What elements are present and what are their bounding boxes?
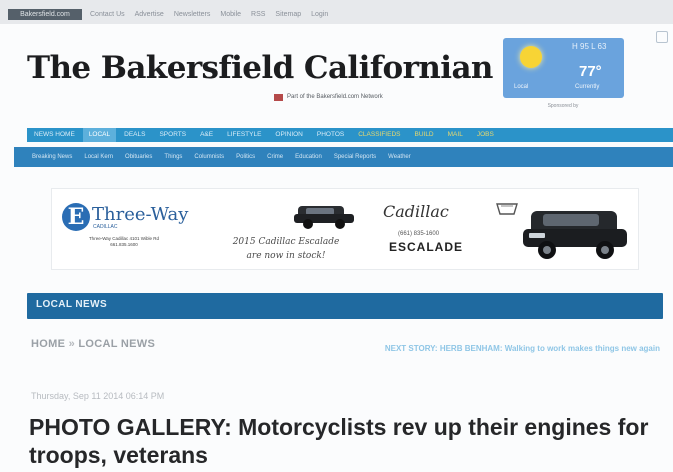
article-dateline: Thursday, Sep 11 2014 06:14 PM: [31, 391, 165, 401]
nav-item-photos[interactable]: PHOTOS: [317, 128, 344, 142]
subnav-item-education[interactable]: Education: [295, 147, 322, 167]
nav-item-mail[interactable]: MAIL: [448, 128, 463, 142]
nav-item-news-home[interactable]: NEWS HOME: [34, 128, 75, 142]
sun-icon: [520, 46, 542, 68]
article-headline: PHOTO GALLERY: Motorcyclists rev up thei…: [29, 414, 649, 468]
nav-item-classifieds[interactable]: CLASSIFIEDS: [358, 128, 400, 142]
nav-item-opinion[interactable]: OPINION: [275, 128, 302, 142]
subnav-item-things[interactable]: Things: [164, 147, 182, 167]
nav-item-deals[interactable]: DEALS: [124, 128, 145, 142]
nav-item-sports[interactable]: SPORTS: [159, 128, 186, 142]
section-bar: [27, 293, 663, 319]
section-title: LOCAL NEWS: [36, 299, 108, 310]
site-home-link[interactable]: Bakersfield.com: [8, 9, 82, 20]
breadcrumb: HOME » LOCAL NEWS: [31, 338, 155, 350]
breadcrumb-section[interactable]: LOCAL NEWS: [78, 338, 155, 350]
subnav-item-special-reports[interactable]: Special Reports: [334, 147, 376, 167]
ad-caption: 2015 Cadillac Escalade are now in stock!: [196, 235, 376, 263]
weather-location: Local: [514, 84, 529, 90]
nav-item-ae[interactable]: A&E: [200, 128, 213, 142]
utility-link-mobile[interactable]: Mobile: [220, 10, 241, 20]
weather-sponsor[interactable]: Sponsored by: [513, 103, 613, 109]
suv-image-icon: [294, 206, 354, 229]
escalade-image-icon: [523, 211, 627, 259]
network-mark-icon: [274, 94, 283, 101]
subnav-item-crime[interactable]: Crime: [267, 147, 283, 167]
masthead-logo[interactable]: The Bakersfield Californian: [27, 50, 493, 86]
weather-current-label: Currently: [575, 84, 600, 90]
dealer-logo-sub: CADILLAC: [93, 224, 118, 230]
utility-link-contact[interactable]: Contact Us: [90, 10, 125, 20]
next-story-link[interactable]: NEXT STORY: HERB BENHAM: Walking to work…: [383, 343, 660, 355]
subnav-item-breaking[interactable]: Breaking News: [32, 147, 72, 167]
secondary-nav-items: Breaking News Local Kern Obituaries Thin…: [32, 147, 411, 167]
dealer-logo-text: Three-Way: [92, 204, 189, 225]
weather-temperature: 77°: [579, 63, 602, 80]
brand-script-logo: Cadillac: [383, 202, 449, 221]
weather-high-low: H 95 L 63: [572, 42, 607, 51]
nav-item-lifestyle[interactable]: LIFESTYLE: [227, 128, 261, 142]
ad-model-name: ESCALADE: [389, 240, 464, 254]
subnav-item-local-kern[interactable]: Local Kern: [84, 147, 113, 167]
nav-item-build[interactable]: BUILD: [414, 128, 433, 142]
subnav-item-politics[interactable]: Politics: [236, 147, 255, 167]
subnav-item-columnists[interactable]: Columnists: [194, 147, 224, 167]
breadcrumb-separator: »: [68, 338, 75, 350]
utility-link-sitemap[interactable]: Sitemap: [275, 10, 301, 20]
subnav-item-weather[interactable]: Weather: [388, 147, 411, 167]
utility-links: Contact Us Advertise Newsletters Mobile …: [90, 10, 328, 20]
utility-link-rss[interactable]: RSS: [251, 10, 265, 20]
utility-link-newsletters[interactable]: Newsletters: [174, 10, 211, 20]
utility-link-advertise[interactable]: Advertise: [135, 10, 164, 20]
breadcrumb-home[interactable]: HOME: [31, 338, 65, 350]
primary-nav-items: NEWS HOME LOCAL DEALS SPORTS A&E LIFESTY…: [34, 128, 494, 142]
dealer-info: Three-Way Cadillac 4101 Wible Rd 661.835…: [88, 236, 160, 247]
ad-phone: (661) 835-1600: [398, 231, 440, 237]
ad-caption-line2: are now in stock!: [246, 251, 326, 261]
nav-item-jobs[interactable]: JOBS: [477, 128, 494, 142]
nav-item-local[interactable]: LOCAL: [82, 128, 117, 142]
subnav-item-obituaries[interactable]: Obituaries: [125, 147, 152, 167]
utility-link-login[interactable]: Login: [311, 10, 328, 20]
dealer-logo-icon: E: [62, 203, 90, 231]
ad-caption-line1: 2015 Cadillac Escalade: [232, 237, 340, 247]
cadillac-crest-icon: [496, 203, 518, 215]
masthead-tagline[interactable]: Part of the Bakersfield.com Network: [287, 94, 383, 100]
expand-icon[interactable]: [656, 31, 668, 43]
